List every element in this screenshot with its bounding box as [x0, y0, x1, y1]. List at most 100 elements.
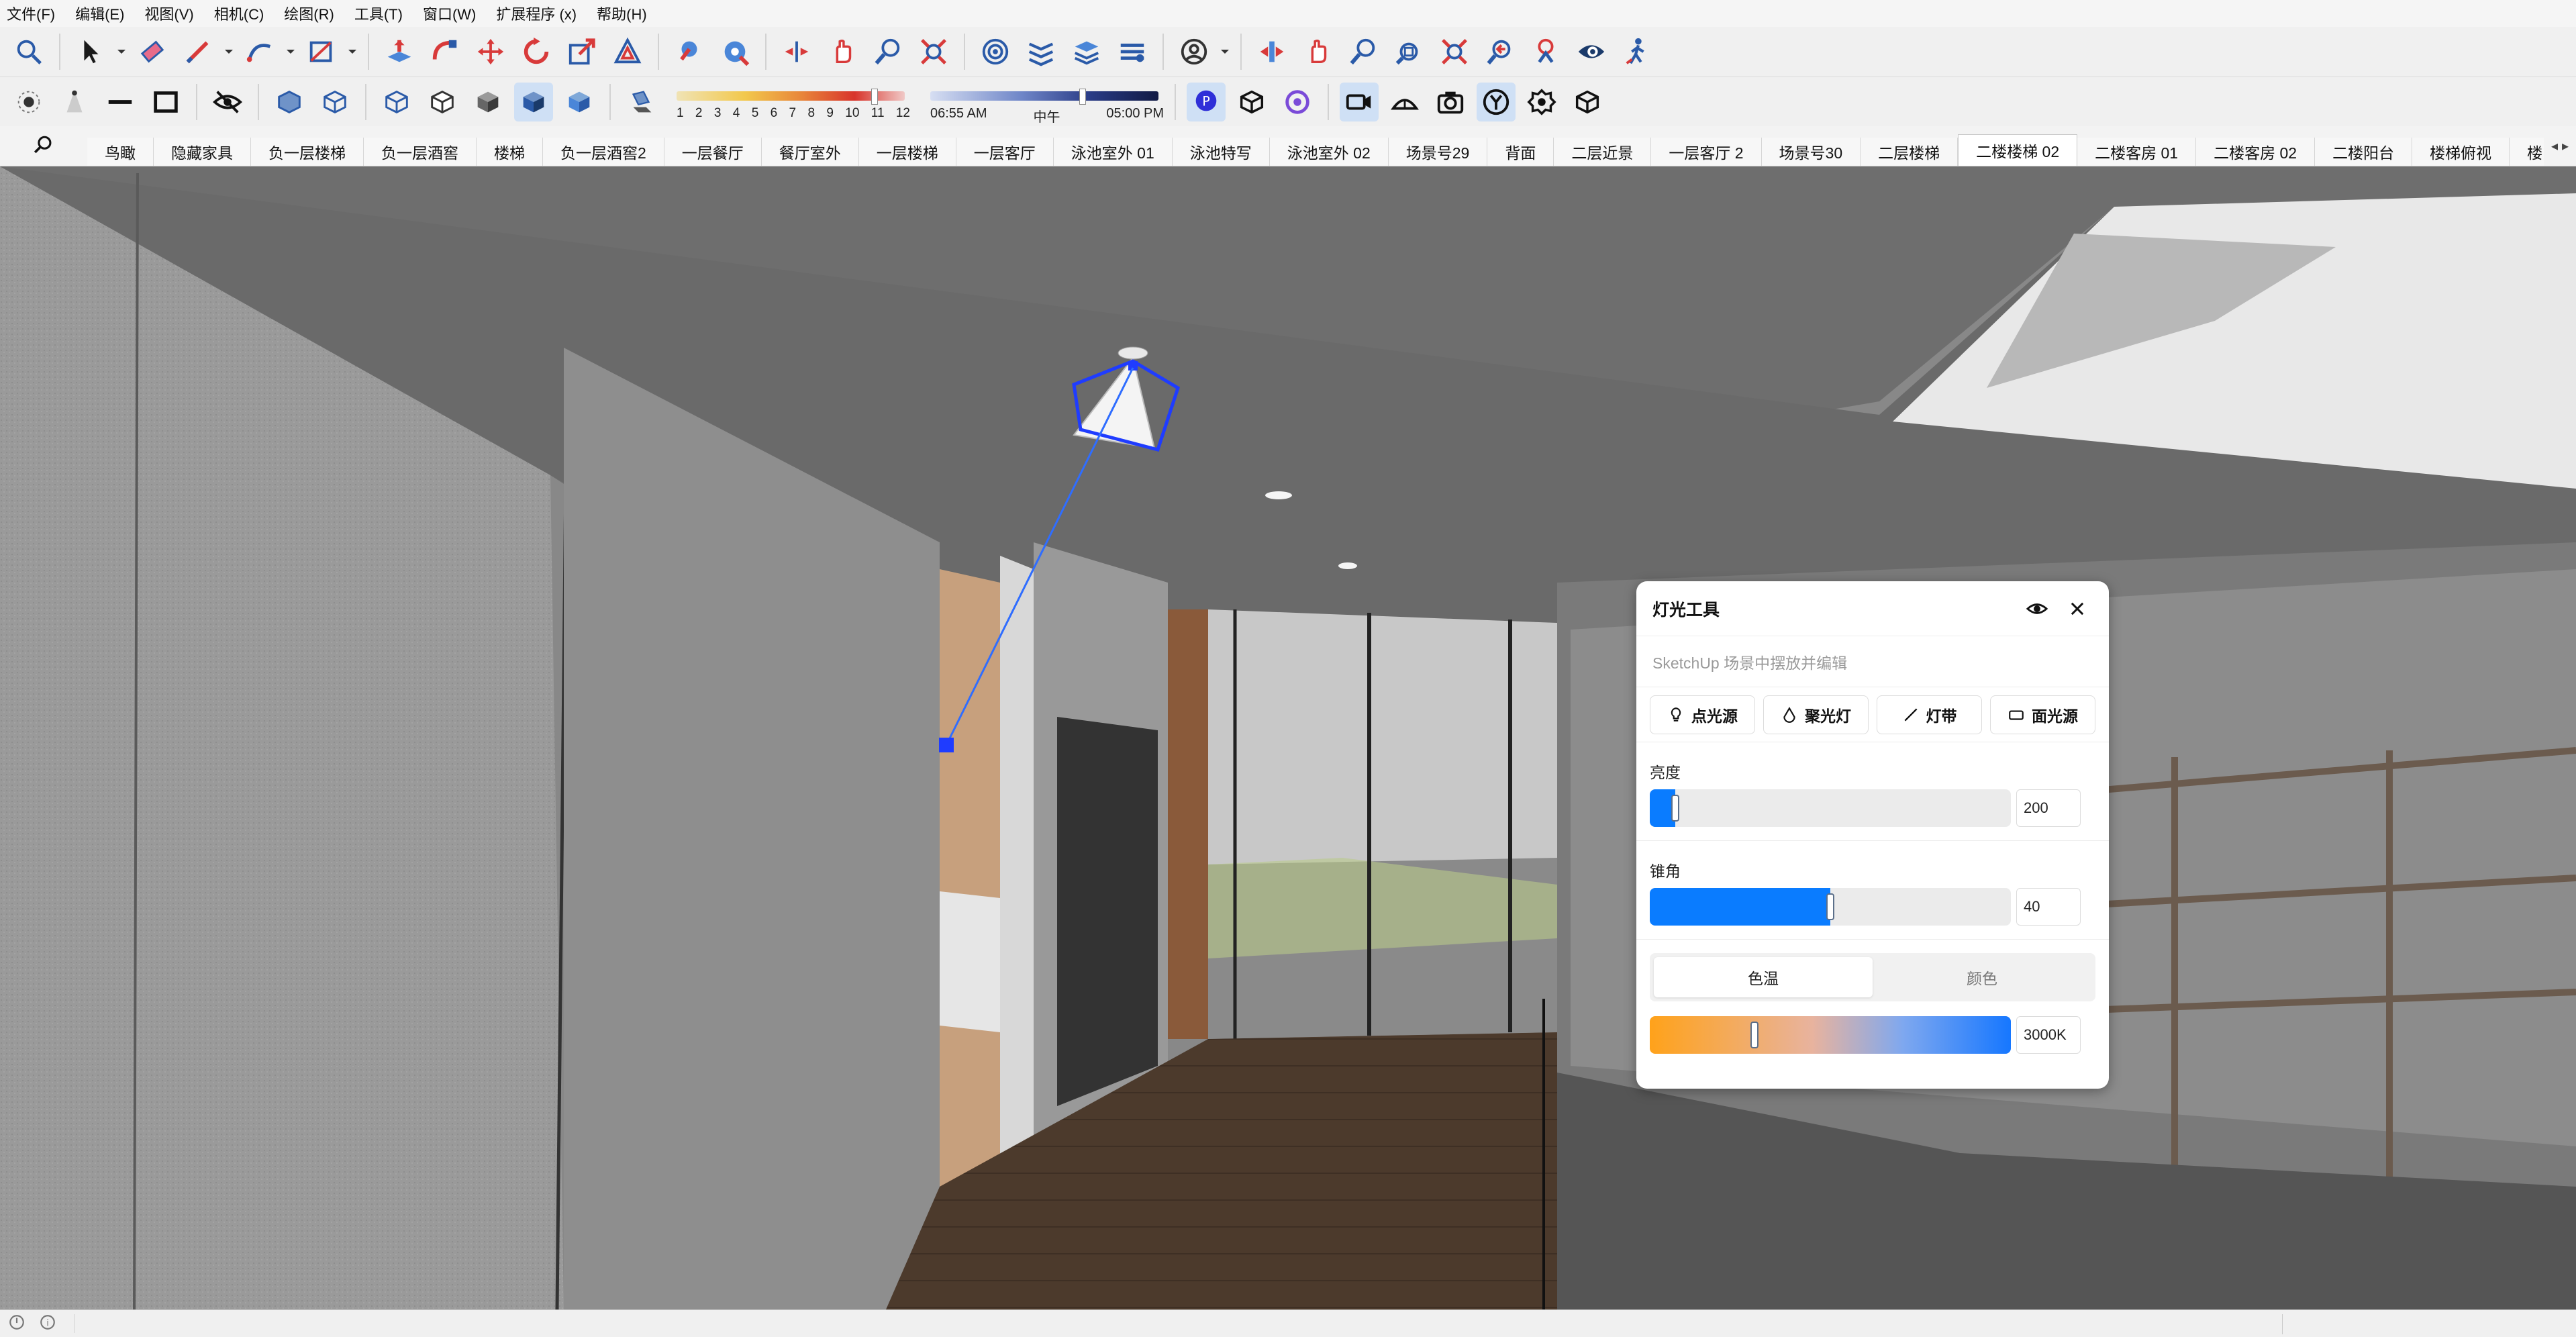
scale-icon[interactable] — [562, 32, 601, 71]
extension-warehouse-icon[interactable] — [1022, 32, 1060, 71]
paint-bucket-icon[interactable] — [670, 32, 709, 71]
zoom-fit-icon[interactable] — [1389, 32, 1428, 71]
scene-tab[interactable]: 二楼楼梯 02 — [1958, 134, 2078, 166]
scene-tab[interactable]: 二楼阳台 — [2315, 138, 2413, 166]
menu-help[interactable]: 帮助(H) — [597, 3, 647, 24]
look-around-icon[interactable] — [1572, 32, 1611, 71]
chevron-down-icon[interactable] — [286, 32, 295, 71]
offset-icon[interactable] — [608, 32, 647, 71]
scene-tab[interactable]: 一层楼梯 — [858, 138, 956, 166]
light-strip-button[interactable]: 灯带 — [1877, 695, 1982, 734]
back-edges-icon[interactable] — [315, 83, 354, 121]
tape-measure-icon[interactable] — [715, 32, 754, 71]
y-icon[interactable] — [1477, 82, 1516, 121]
light-icon[interactable] — [1385, 83, 1424, 121]
zoom-extents-icon[interactable] — [914, 32, 953, 71]
scene-tab[interactable]: 一层客厅 2 — [1651, 138, 1762, 166]
shadow-icon[interactable] — [622, 83, 660, 121]
time-slider[interactable]: 06:55 AM 中午 05:00 PM — [930, 82, 1164, 125]
credits-icon[interactable]: i — [39, 1314, 56, 1334]
scene-tab[interactable]: 泳池特写 — [1172, 138, 1270, 166]
follow-me-icon[interactable] — [426, 32, 464, 71]
move-icon[interactable] — [471, 32, 510, 71]
zoom-icon[interactable] — [869, 32, 907, 71]
scene-tab[interactable]: 餐厅室外 — [761, 138, 859, 166]
chevron-down-icon[interactable] — [348, 32, 357, 71]
menu-camera[interactable]: 相机(C) — [214, 3, 264, 24]
scene-tab[interactable]: 二楼客房 01 — [2077, 138, 2197, 166]
cube-icon[interactable] — [1568, 83, 1607, 121]
area-light-button[interactable]: 面光源 — [1990, 695, 2095, 734]
scene-next-icon[interactable]: ▸ — [2562, 138, 2569, 154]
cone-angle-slider-thumb[interactable] — [1826, 893, 1834, 920]
walk-icon[interactable] — [1618, 32, 1656, 71]
brightness-slider-thumb[interactable] — [1671, 795, 1679, 822]
account-icon[interactable] — [1175, 32, 1213, 71]
select-icon[interactable] — [71, 32, 110, 71]
color-temperature-value-input[interactable]: 3000K — [2016, 1016, 2081, 1054]
layers-icon[interactable] — [1113, 32, 1152, 71]
menu-edit[interactable]: 编辑(E) — [75, 3, 124, 24]
spotlight-button[interactable]: 聚光灯 — [1763, 695, 1869, 734]
3d-warehouse-icon[interactable] — [976, 32, 1015, 71]
rectangle-outline-icon[interactable] — [146, 83, 185, 121]
chevron-down-icon[interactable] — [224, 32, 234, 71]
shaded-textures-icon[interactable] — [514, 82, 553, 121]
scene-tab[interactable]: 二层近景 — [1554, 138, 1652, 166]
plugin-beta-icon[interactable]: P — [1187, 82, 1226, 121]
color-temperature-slider-thumb[interactable] — [1750, 1022, 1758, 1048]
month-slider-thumb[interactable] — [871, 88, 878, 105]
hand-icon[interactable] — [1298, 32, 1337, 71]
push-pull-icon[interactable] — [380, 32, 419, 71]
menu-view[interactable]: 视图(V) — [144, 3, 193, 24]
eye-icon[interactable] — [2022, 593, 2052, 624]
scene-tab[interactable]: 场景号30 — [1761, 138, 1861, 166]
axes-icon[interactable] — [9, 83, 48, 121]
chevron-down-icon[interactable] — [117, 32, 126, 71]
scene-tab[interactable]: 负一层酒窖 — [364, 138, 477, 166]
box-icon[interactable] — [1232, 83, 1271, 121]
orbit-plugin-icon[interactable] — [1278, 83, 1317, 121]
line-icon[interactable] — [101, 83, 140, 121]
previous-view-icon[interactable] — [1481, 32, 1520, 71]
scene-tab[interactable]: 负一层酒窖2 — [543, 138, 664, 166]
scene-tab[interactable]: 楼梯 — [477, 138, 543, 166]
scene-tab[interactable]: 鸟瞰 — [87, 138, 154, 166]
pan-icon[interactable] — [823, 32, 862, 71]
menu-tools[interactable]: 工具(T) — [354, 3, 403, 24]
3d-viewport[interactable]: 灯光工具 SketchUp 场景中摆放并编辑 点光源 聚光灯 灯带 面光源 亮度… — [0, 166, 2576, 1309]
scene-search-icon[interactable] — [0, 126, 87, 166]
geo-location-icon[interactable] — [8, 1314, 26, 1334]
point-light-button[interactable]: 点光源 — [1650, 695, 1755, 734]
month-slider[interactable]: 1 2 3 4 5 6 7 8 9 10 11 12 — [677, 82, 910, 122]
chevron-down-icon[interactable] — [1220, 32, 1230, 71]
cone-angle-value-input[interactable]: 40 — [2016, 888, 2081, 926]
monochrome-icon[interactable] — [560, 83, 599, 121]
close-icon[interactable] — [2062, 593, 2093, 624]
eraser-icon[interactable] — [133, 32, 172, 71]
brightness-slider[interactable] — [1650, 789, 2011, 827]
color-tab[interactable]: 颜色 — [1873, 957, 2091, 997]
cone-angle-slider[interactable] — [1650, 888, 2011, 926]
scene-tab[interactable]: 一层客厅 — [956, 138, 1054, 166]
menu-draw[interactable]: 绘图(R) — [284, 3, 334, 24]
color-temperature-slider[interactable] — [1650, 1016, 2011, 1054]
shaded-icon[interactable] — [468, 83, 507, 121]
scene-tab[interactable]: 隐藏家具 — [154, 138, 251, 166]
rotate-icon[interactable] — [517, 32, 556, 71]
menu-window[interactable]: 窗口(W) — [423, 3, 476, 24]
brightness-value-input[interactable]: 200 — [2016, 789, 2081, 827]
scene-prev-icon[interactable]: ◂ — [2551, 138, 2558, 154]
hidden-line-icon[interactable] — [423, 83, 462, 121]
scene-tab[interactable]: 二层楼梯 — [1861, 138, 1959, 166]
wireframe-icon[interactable] — [377, 83, 416, 121]
menu-file[interactable]: 文件(F) — [7, 3, 55, 24]
scene-tab[interactable]: 泳池室外 02 — [1269, 138, 1389, 166]
zoom-window-icon[interactable] — [1344, 32, 1383, 71]
color-temperature-tab[interactable]: 色温 — [1654, 957, 1873, 997]
search-icon[interactable] — [9, 32, 48, 71]
xray-icon[interactable] — [270, 83, 309, 121]
guide-icon[interactable] — [55, 83, 94, 121]
hide-icon[interactable] — [208, 83, 247, 121]
scene-tab[interactable]: 楼 — [2510, 138, 2544, 166]
